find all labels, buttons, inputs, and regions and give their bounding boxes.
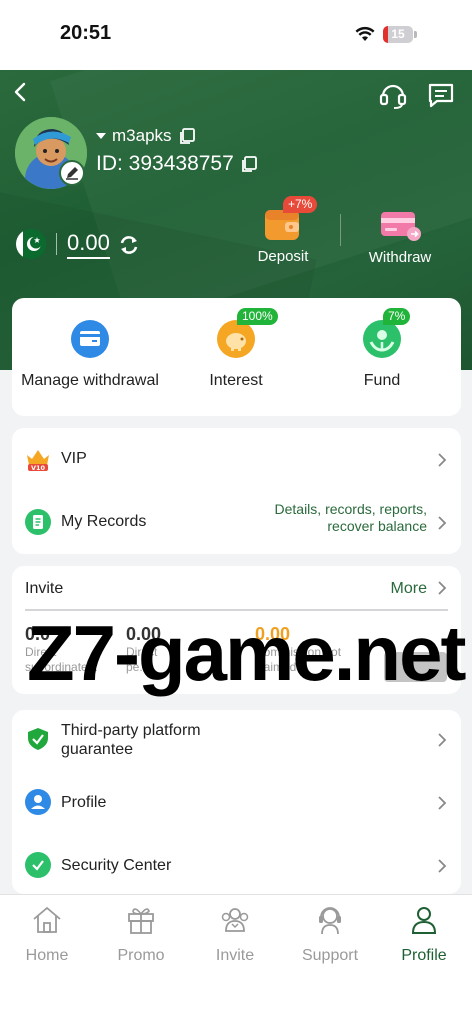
caret-down-icon xyxy=(96,133,106,139)
user-id-row[interactable]: ID: 393438757 xyxy=(96,152,258,176)
guarantee-label-line1: Third-party platform xyxy=(61,722,201,739)
security-center-label: Security Center xyxy=(61,857,172,874)
headset-icon[interactable] xyxy=(378,80,408,110)
tab-profile-label: Profile xyxy=(401,947,447,964)
username: m3apks xyxy=(112,126,172,145)
tab-promo[interactable]: Promo xyxy=(94,903,188,965)
tab-home[interactable]: Home xyxy=(0,903,94,965)
invite-more-link[interactable]: More xyxy=(391,580,427,598)
chevron-right-icon xyxy=(438,581,447,595)
guarantee-label-line2: guarantee xyxy=(61,741,134,758)
records-description-line2: recover balance xyxy=(327,518,427,534)
tab-invite[interactable]: Invite xyxy=(188,903,282,965)
pakistan-flag-icon xyxy=(16,229,46,259)
vip-crown-icon: V10 xyxy=(27,450,49,472)
fund-label: Fund xyxy=(363,372,401,389)
watermark: Z7-game.net xyxy=(27,609,466,697)
shield-check-icon xyxy=(28,728,48,750)
interest-badge: 100% xyxy=(237,308,278,325)
support-agent-icon xyxy=(319,907,341,935)
user-id: ID: 393438757 xyxy=(96,152,234,175)
my-records-label: My Records xyxy=(61,513,147,530)
bottom-tab-bar: Home Promo Invite Support Profile xyxy=(0,894,472,1024)
records-icon xyxy=(25,509,51,535)
battery-level: 15 xyxy=(391,27,405,41)
fund-button[interactable]: 7% Fund xyxy=(307,308,457,390)
vip-level-badge: V10 xyxy=(31,464,46,472)
status-time: 20:51 xyxy=(60,22,112,44)
tab-support-label: Support xyxy=(301,947,359,964)
tab-home-label: Home xyxy=(25,947,69,964)
profile-icon xyxy=(25,789,51,815)
refresh-icon[interactable] xyxy=(118,234,140,256)
chevron-right-icon xyxy=(438,733,447,747)
message-icon[interactable] xyxy=(427,82,455,108)
chevron-right-icon xyxy=(438,453,447,467)
withdrawal-card-icon xyxy=(71,320,109,358)
tab-profile[interactable]: Profile xyxy=(377,903,471,965)
interest-label: Interest xyxy=(209,372,263,389)
vip-records-card: V10 VIP My Records Details, records, rep… xyxy=(12,428,461,554)
settings-card: Third-party platform guarantee Profile S… xyxy=(12,710,461,894)
vip-row[interactable]: V10 VIP xyxy=(12,432,461,486)
chevron-right-icon xyxy=(438,516,447,530)
home-icon xyxy=(33,906,61,933)
manage-withdrawal-button[interactable]: Manage withdrawal xyxy=(15,320,165,390)
security-shield-icon xyxy=(25,852,51,878)
interest-button[interactable]: 100% Interest xyxy=(161,308,311,390)
records-description-line1: Details, records, reports, xyxy=(274,501,428,517)
tab-promo-label: Promo xyxy=(117,947,165,964)
deposit-label: Deposit xyxy=(257,248,309,265)
copy-id-icon[interactable] xyxy=(240,155,258,173)
people-icon xyxy=(221,908,249,932)
my-records-row[interactable]: My Records Details, records, reports, re… xyxy=(12,495,461,549)
username-row[interactable]: m3apks xyxy=(96,126,196,146)
third-party-guarantee-row[interactable]: Third-party platform guarantee xyxy=(12,710,461,772)
status-bar: 20:51 15 xyxy=(0,0,472,70)
security-center-row[interactable]: Security Center xyxy=(12,838,461,894)
chevron-right-icon xyxy=(438,796,447,810)
back-button[interactable] xyxy=(10,80,32,104)
piggy-bank-icon: 100% xyxy=(217,308,278,358)
vip-label: VIP xyxy=(61,450,87,467)
fund-badge: 7% xyxy=(383,308,411,325)
guarantee-label: Third-party platform guarantee xyxy=(61,721,201,759)
person-icon xyxy=(411,907,437,934)
tab-invite-label: Invite xyxy=(215,947,255,964)
wallet-balance: 0.00 xyxy=(67,230,110,259)
withdraw-label: Withdraw xyxy=(368,249,432,266)
fund-icon: 7% xyxy=(363,308,411,358)
wifi-icon xyxy=(355,26,375,41)
action-divider xyxy=(340,214,341,246)
manage-withdrawal-label: Manage withdrawal xyxy=(21,372,159,389)
edit-avatar-button[interactable] xyxy=(59,160,85,186)
deposit-bonus-badge: +7% xyxy=(283,196,318,213)
balance-divider xyxy=(56,233,57,255)
tab-support[interactable]: Support xyxy=(283,903,377,965)
records-description: Details, records, reports, recover balan… xyxy=(275,501,428,535)
gift-icon xyxy=(128,908,154,934)
invite-title: Invite xyxy=(25,580,64,597)
profile-row[interactable]: Profile xyxy=(12,774,461,832)
card-icon xyxy=(381,212,421,241)
battery-indicator: 15 xyxy=(383,26,417,43)
copy-icon[interactable] xyxy=(178,127,196,145)
chevron-right-icon xyxy=(438,859,447,873)
profile-label: Profile xyxy=(61,794,107,811)
quick-actions-card: Manage withdrawal 100% Interest 7% Fund xyxy=(12,298,461,416)
